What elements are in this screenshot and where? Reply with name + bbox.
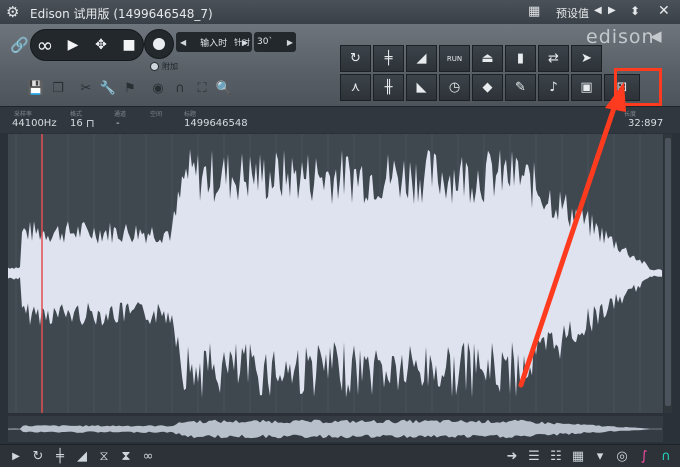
arrow-right-icon[interactable]: ➜: [504, 448, 520, 464]
list-alt-icon[interactable]: ☷: [548, 448, 564, 464]
link-small-icon[interactable]: ∞: [140, 448, 156, 464]
play-button[interactable]: ▶: [59, 30, 87, 60]
pen-icon[interactable]: ✎: [505, 74, 536, 101]
overview-strip[interactable]: [8, 416, 663, 442]
length-label: 长度: [624, 111, 637, 118]
clock-icon[interactable]: ◷: [439, 74, 470, 101]
fit-icon[interactable]: ⛶: [194, 80, 210, 96]
marker-small-icon[interactable]: ▾: [592, 448, 608, 464]
transport-controls: ∞ ▶ ✥ ■: [30, 29, 144, 61]
stereo-icon: ⊓: [86, 117, 95, 130]
length-value: 32:897: [628, 118, 664, 129]
save-icon[interactable]: 💾: [28, 80, 44, 96]
info-strip: 采样率 44100Hz 格式 16 ⊓ 通道 - 空间 标题 149964654…: [0, 106, 680, 133]
refresh-icon[interactable]: ↻: [340, 45, 371, 72]
channels-value: -: [116, 118, 120, 129]
rocket-icon[interactable]: ⏏: [472, 45, 503, 72]
mode-value: 30`: [257, 37, 273, 47]
eye-icon[interactable]: ◉: [150, 80, 166, 96]
spectrum-icon[interactable]: ╫: [373, 74, 404, 101]
note-icon[interactable]: ♪: [538, 74, 569, 101]
refresh-small-icon[interactable]: ↻: [30, 448, 46, 464]
gear-icon[interactable]: ⚙: [6, 3, 19, 21]
normalize-icon[interactable]: ╪: [373, 45, 404, 72]
waveform: [8, 134, 662, 413]
grid-icon[interactable]: ▦: [528, 4, 540, 19]
bottom-toolbar: ▶ ↻ ╪ ◢ ⧖ ⧗ ∞ ➜ ☰ ☷ ▦ ▾ ◎ ∫ ∩ ⇔: [0, 444, 680, 467]
grid-small-icon[interactable]: ▦: [570, 448, 586, 464]
overview-shape: [8, 419, 662, 439]
save-icon[interactable]: ▣: [571, 74, 602, 101]
input-label: 输入时: [200, 38, 228, 49]
blank-label: 空间: [150, 111, 163, 118]
overview-waveform: [8, 419, 662, 439]
fade-in-icon[interactable]: ◢: [406, 45, 437, 72]
title-bar: ⚙ Edison 试用版 (1499646548_7) ▦ 预设值 ◀ ▶ ⬍ …: [0, 0, 680, 25]
fade-out-icon[interactable]: ◣: [406, 74, 437, 101]
record-loop-icon[interactable]: ✥: [87, 30, 115, 60]
fade-small-icon[interactable]: ◢: [74, 448, 90, 464]
list-icon[interactable]: ☰: [526, 448, 542, 464]
presets-label[interactable]: 预设值: [556, 5, 589, 21]
format-label: 格式: [70, 111, 83, 118]
magnet-icon[interactable]: ∩: [172, 80, 188, 96]
copy-icon[interactable]: ❐: [50, 80, 66, 96]
link-icon[interactable]: 🔗: [10, 36, 29, 54]
cursor-icon[interactable]: ➤: [571, 45, 602, 72]
speaker-icon[interactable]: ◀: [650, 27, 662, 45]
channels-label: 通道: [114, 111, 127, 118]
attach-label: 附加: [162, 62, 178, 71]
loop-icon[interactable]: ∞: [31, 30, 59, 60]
curve-icon[interactable]: ∫: [636, 448, 652, 464]
window-title: Edison 试用版 (1499646548_7): [30, 7, 213, 21]
play-small-icon[interactable]: ▶: [8, 448, 24, 464]
marker-icon[interactable]: ⚑: [122, 80, 138, 96]
title-value: 1499646548: [184, 118, 248, 129]
title-label: 标题: [184, 111, 197, 118]
cut-icon[interactable]: ✂: [78, 80, 94, 96]
reverse-icon[interactable]: ⇄: [538, 45, 569, 72]
zoom-icon[interactable]: 🔍: [216, 80, 232, 96]
tool-grid: ↻ ╪ ◢ RUN ⏏ ▮ ⇄ ➤ ⋏ ╫ ◣ ◷ ◆ ✎ ♪ ▣ ⊞: [340, 45, 650, 101]
close-icon[interactable]: ✕: [658, 3, 670, 19]
attach-radio[interactable]: 附加: [150, 61, 178, 72]
bit-depth-value: 16: [70, 118, 83, 129]
edit-tools: 💾 ❐ ✂ 🔧 ⚑ ◉ ∩ ⛶ 🔍: [28, 80, 232, 96]
eye-small-icon[interactable]: ◎: [614, 448, 630, 464]
waveform-view[interactable]: [8, 134, 663, 413]
mode-label: 针对: [234, 38, 250, 47]
sample-rate-label: 采样率: [14, 111, 33, 118]
mirror-alt-icon[interactable]: ⧗: [118, 448, 134, 464]
wrench-icon[interactable]: 🔧: [100, 80, 116, 96]
drop-icon[interactable]: ◆: [472, 74, 503, 101]
mirror-small-icon[interactable]: ⧖: [96, 448, 112, 464]
next-preset-icon[interactable]: ▶: [608, 5, 616, 16]
menu-arrow-icon[interactable]: ⬍: [630, 4, 640, 18]
vertical-scrollbar[interactable]: [664, 134, 672, 413]
toolbar: 🔗 ∞ ▶ ✥ ■ ◀ 输入时 ▶ 针对 30` ▶ 附加 💾 ❐ ✂ 🔧 ⚑ …: [0, 24, 680, 106]
stop-button[interactable]: ■: [115, 30, 143, 60]
mode-selector[interactable]: 30` ▶: [254, 32, 296, 52]
prev-preset-icon[interactable]: ◀: [594, 5, 602, 16]
sample-rate-value: 44100Hz: [12, 118, 57, 129]
normalize-small-icon[interactable]: ╪: [52, 448, 68, 464]
tune-icon[interactable]: ⋏: [340, 74, 371, 101]
equalizer-icon[interactable]: ▮: [505, 45, 536, 72]
magnet-small-icon[interactable]: ∩: [658, 448, 674, 464]
run-icon[interactable]: RUN: [439, 45, 470, 72]
record-button[interactable]: [144, 29, 174, 59]
highlight-box: [614, 68, 662, 106]
waveform-shape: [8, 149, 662, 398]
